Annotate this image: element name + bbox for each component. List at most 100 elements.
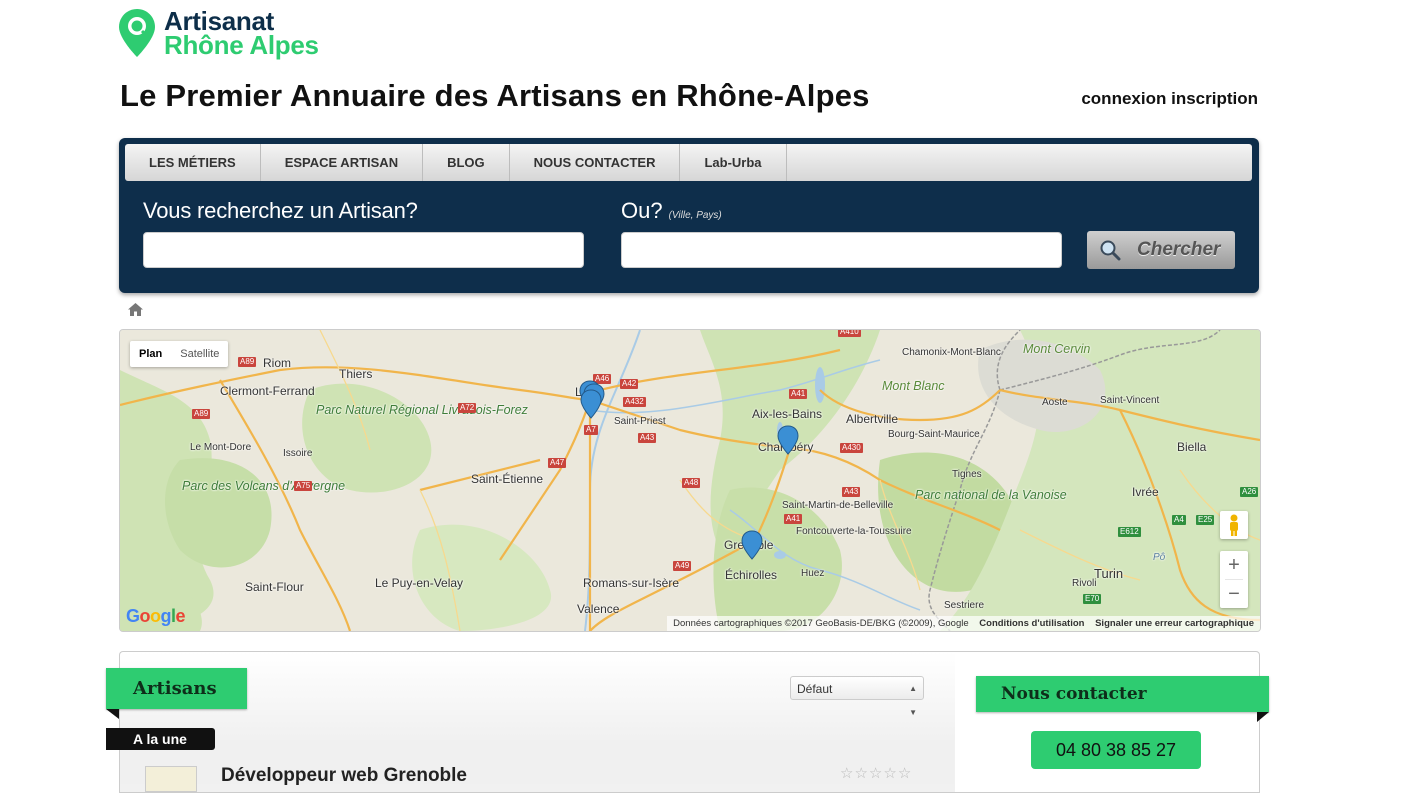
login-link[interactable]: connexion <box>1081 89 1166 108</box>
artisans-map[interactable]: Plan Satellite Riom Thiers Clermont-Ferr… <box>119 329 1261 632</box>
where-label-text: Ou? <box>621 198 663 223</box>
map-label: Pô <box>1153 552 1166 563</box>
map-marker-icon[interactable] <box>741 530 763 560</box>
logo-line2: Rhône Alpes <box>164 30 319 60</box>
nav-item-metiers[interactable]: LES MÉTIERS <box>125 144 261 181</box>
map-label: Le Puy-en-Velay <box>375 576 464 590</box>
map-label: Issoire <box>283 448 313 459</box>
peak-label: Mont Cervin <box>1023 342 1091 356</box>
map-label: Turin <box>1094 566 1124 581</box>
zoom-control: + − <box>1220 551 1248 608</box>
magnifier-icon <box>1100 240 1121 261</box>
section-title: Artisans <box>106 668 247 709</box>
map-label: Échirolles <box>725 568 778 582</box>
map-label: Huez <box>801 568 825 579</box>
map-label: Saint-Priest <box>614 416 666 427</box>
map-pin-icon <box>119 9 155 57</box>
road-shield: A43 <box>638 433 657 443</box>
park-label: Parc national de la Vanoise <box>915 488 1067 502</box>
nav-item-blog[interactable]: BLOG <box>423 144 510 181</box>
contact-title: Nous contacter <box>976 676 1269 712</box>
map-label: Bourg-Saint-Maurice <box>888 429 980 440</box>
site-logo[interactable]: Artisanat Rhône Alpes <box>118 8 319 58</box>
register-link[interactable]: inscription <box>1171 89 1258 108</box>
zoom-in-button[interactable]: + <box>1220 551 1248 579</box>
main-nav: LES MÉTIERS ESPACE ARTISAN BLOG NOUS CON… <box>125 144 1252 181</box>
map-label: Biella <box>1177 440 1207 454</box>
map-label: Fontcouverte-la-Toussuire <box>796 526 912 537</box>
road-shield: A41 <box>784 514 803 524</box>
road-shield: E612 <box>1118 527 1141 537</box>
road-shield: A42 <box>620 379 639 389</box>
star-icon: ☆ <box>897 765 913 782</box>
road-shield: A75 <box>294 481 313 491</box>
road-shield: E25 <box>1196 515 1215 525</box>
road-shield: E70 <box>1083 594 1102 604</box>
park-label: Parc Naturel Régional Livradois-Forez <box>316 403 528 417</box>
home-icon[interactable] <box>128 303 143 316</box>
where-label: Ou? (Ville, Pays) <box>621 198 722 224</box>
auth-links: connexion inscription <box>1081 89 1258 109</box>
search-button[interactable]: Chercher <box>1087 231 1235 269</box>
map-type-plan[interactable]: Plan <box>130 341 171 367</box>
map-type-control: Plan Satellite <box>130 341 229 367</box>
artisan-search-input[interactable] <box>143 232 584 268</box>
map-label: Sestriere <box>944 600 985 611</box>
sort-selected: Défaut <box>797 682 833 696</box>
road-shield: A89 <box>192 409 211 419</box>
star-icon: ☆ <box>854 765 869 782</box>
road-shield: A89 <box>238 357 257 367</box>
search-button-label: Chercher <box>1137 239 1221 260</box>
map-label: Ivrée <box>1132 485 1159 499</box>
report-error-link[interactable]: Signaler une erreur cartographique <box>1095 618 1254 629</box>
peak-label: Mont Blanc <box>882 379 945 393</box>
road-shield: A43 <box>842 487 861 497</box>
road-shield: A432 <box>623 397 646 407</box>
nav-search-panel: LES MÉTIERS ESPACE ARTISAN BLOG NOUS CON… <box>119 138 1259 293</box>
rating-stars: ☆☆☆☆☆ <box>840 764 912 782</box>
zoom-out-button[interactable]: − <box>1220 580 1248 608</box>
attribution-text: Données cartographiques ©2017 GeoBasis-D… <box>673 618 969 629</box>
ribbon-fold <box>1257 712 1269 722</box>
select-arrows-icon: ▲ ▼ <box>909 684 917 717</box>
terms-link[interactable]: Conditions d'utilisation <box>979 618 1084 629</box>
street-view-pegman[interactable] <box>1220 511 1248 539</box>
entry-thumbnail[interactable] <box>145 766 197 792</box>
location-search-input[interactable] <box>621 232 1062 268</box>
map-marker-icon[interactable] <box>580 389 602 419</box>
park-label: Parc des Volcans d'Auvergne <box>182 479 346 493</box>
nav-item-espace-artisan[interactable]: ESPACE ARTISAN <box>261 144 424 181</box>
road-shield: A49 <box>673 561 692 571</box>
map-label: Saint-Vincent <box>1100 395 1160 406</box>
map-marker-icon[interactable] <box>777 425 799 455</box>
map-label: Thiers <box>339 367 373 381</box>
star-icon: ☆ <box>883 765 898 782</box>
road-shield: A41 <box>789 389 808 399</box>
ribbon-fold <box>106 709 119 719</box>
sort-select[interactable]: Défaut ▲ ▼ <box>790 676 924 717</box>
star-icon: ☆ <box>840 765 855 782</box>
nav-item-contact[interactable]: NOUS CONTACTER <box>510 144 681 181</box>
road-shield: A410 <box>838 329 861 337</box>
star-icon: ☆ <box>868 765 884 782</box>
phone-button[interactable]: 04 80 38 85 27 <box>1031 731 1201 769</box>
road-shield: A47 <box>548 458 567 468</box>
where-hint: (Ville, Pays) <box>668 210 722 221</box>
map-type-satellite[interactable]: Satellite <box>171 341 228 367</box>
road-shield: A7 <box>584 425 598 435</box>
map-label: Clermont-Ferrand <box>220 384 315 398</box>
featured-badge: A la une <box>106 728 215 750</box>
map-label: Saint-Étienne <box>471 472 544 486</box>
road-shield: A430 <box>840 443 863 453</box>
contact-sidebar <box>955 651 1260 793</box>
map-label: Saint-Martin-de-Belleville <box>782 500 894 511</box>
map-label: Chamonix-Mont-Blanc <box>902 347 1001 358</box>
map-label: Valence <box>577 602 620 616</box>
breadcrumb <box>128 303 143 321</box>
map-label: Saint-Flour <box>245 580 304 594</box>
road-shield: A72 <box>458 403 477 413</box>
nav-item-lab-urba[interactable]: Lab-Urba <box>680 144 787 181</box>
map-label: Aoste <box>1042 397 1068 408</box>
pegman-icon <box>1230 514 1238 536</box>
map-label: Romans-sur-Isère <box>583 576 680 590</box>
